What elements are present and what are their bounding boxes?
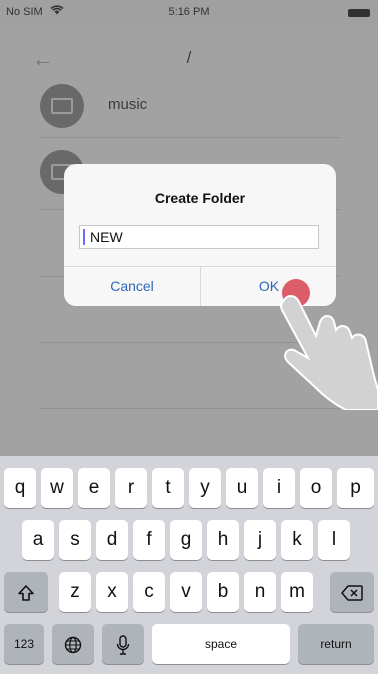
dialog-title: Create Folder: [154, 190, 246, 206]
key-t[interactable]: t: [152, 468, 184, 508]
delete-icon: [341, 585, 363, 601]
key-p[interactable]: p: [337, 468, 374, 508]
globe-key[interactable]: [52, 624, 94, 664]
key-s[interactable]: s: [59, 520, 91, 560]
key-g[interactable]: g: [170, 520, 202, 560]
key-j[interactable]: j: [244, 520, 276, 560]
key-d[interactable]: d: [96, 520, 128, 560]
key-f[interactable]: f: [133, 520, 165, 560]
key-e[interactable]: e: [78, 468, 110, 508]
return-key[interactable]: return: [298, 624, 374, 664]
key-i[interactable]: i: [263, 468, 295, 508]
key-o[interactable]: o: [300, 468, 332, 508]
key-x[interactable]: x: [96, 572, 128, 612]
shift-key[interactable]: [4, 572, 48, 612]
key-m[interactable]: m: [281, 572, 313, 612]
text-cursor: [83, 229, 85, 245]
key-z[interactable]: z: [59, 572, 91, 612]
key-l[interactable]: l: [318, 520, 350, 560]
keyboard: q w e r t y u i o p a s d f g h j k l z …: [0, 456, 378, 674]
key-c[interactable]: c: [133, 572, 165, 612]
key-r[interactable]: r: [115, 468, 147, 508]
shift-icon: [17, 585, 35, 601]
key-q[interactable]: q: [4, 468, 36, 508]
key-a[interactable]: a: [22, 520, 54, 560]
key-w[interactable]: w: [41, 468, 73, 508]
space-key[interactable]: space: [152, 624, 290, 664]
key-n[interactable]: n: [244, 572, 276, 612]
delete-key[interactable]: [330, 572, 374, 612]
key-v[interactable]: v: [170, 572, 202, 612]
globe-icon: [64, 636, 82, 654]
cancel-button[interactable]: Cancel: [64, 266, 200, 306]
key-u[interactable]: u: [226, 468, 258, 508]
key-k[interactable]: k: [281, 520, 313, 560]
key-h[interactable]: h: [207, 520, 239, 560]
key-y[interactable]: y: [189, 468, 221, 508]
microphone-key[interactable]: [102, 624, 144, 664]
folder-name-input[interactable]: [79, 225, 319, 249]
pointing-hand-icon: [270, 292, 378, 415]
microphone-icon: [116, 635, 130, 655]
numbers-key[interactable]: 123: [4, 624, 44, 664]
key-b[interactable]: b: [207, 572, 239, 612]
